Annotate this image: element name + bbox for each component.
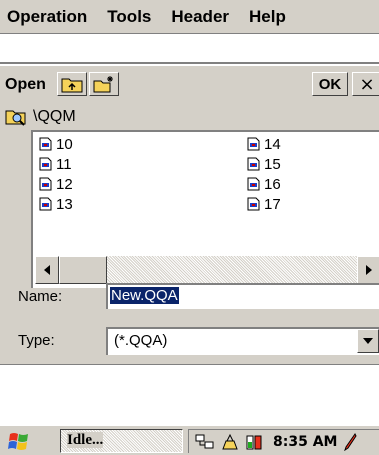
dialog-title: Open — [5, 76, 46, 93]
file-icon — [39, 177, 52, 191]
path-text: \QQM — [33, 108, 76, 125]
file-icon — [39, 197, 52, 211]
current-path: \QQM — [5, 106, 76, 128]
blank-strip — [0, 34, 379, 64]
pen-icon[interactable] — [343, 432, 358, 451]
arrow-right-icon — [366, 265, 372, 275]
file-item[interactable]: 13 — [39, 194, 73, 214]
name-label: Name: — [18, 288, 63, 305]
menu-tools[interactable]: Tools — [97, 0, 161, 34]
name-value: New.QQA — [110, 287, 179, 304]
menu-operation[interactable]: Operation — [0, 0, 97, 34]
scroll-thumb[interactable] — [59, 256, 107, 284]
system-tray: 8:35 AM — [188, 429, 379, 453]
folder-search-icon — [5, 110, 26, 126]
file-item[interactable]: 14 — [247, 134, 281, 154]
menu-header[interactable]: Header — [161, 0, 239, 34]
file-icon — [247, 177, 260, 191]
dialog-toolbar: Open OK × — [0, 66, 379, 104]
file-icon — [247, 137, 260, 151]
ok-button[interactable]: OK — [312, 72, 348, 96]
menu-help[interactable]: Help — [239, 0, 296, 34]
arrow-left-icon — [44, 265, 50, 275]
network-icon[interactable] — [195, 433, 215, 451]
battery-icon[interactable] — [245, 433, 263, 451]
open-dialog: Open OK × \QQM 10 11 12 13 14 15 16 17 N… — [0, 66, 379, 364]
type-dropdown[interactable]: (*.QQA) — [106, 327, 379, 355]
name-input[interactable]: New.QQA — [106, 283, 379, 309]
type-value: (*.QQA) — [114, 332, 168, 349]
horizontal-scrollbar[interactable] — [35, 256, 379, 284]
divider — [0, 364, 379, 365]
type-label: Type: — [18, 332, 55, 349]
file-icon — [39, 137, 52, 151]
file-item[interactable]: 12 — [39, 174, 73, 194]
file-item[interactable]: 10 — [39, 134, 73, 154]
dropdown-button[interactable] — [357, 329, 379, 353]
scroll-left-button[interactable] — [35, 256, 59, 284]
new-folder-button[interactable] — [89, 72, 119, 96]
menu-bar: Operation Tools Header Help — [0, 0, 379, 34]
clock[interactable]: 8:35 AM — [273, 434, 337, 450]
file-item[interactable]: 17 — [247, 194, 281, 214]
file-icon — [39, 157, 52, 171]
up-folder-icon — [61, 78, 83, 93]
new-folder-icon — [93, 76, 113, 93]
taskbar: Idle... 8:35 AM — [0, 424, 379, 455]
file-item[interactable]: 11 — [39, 154, 72, 174]
start-windows-icon[interactable] — [6, 430, 32, 454]
file-icon — [247, 157, 260, 171]
scroll-right-button[interactable] — [357, 256, 379, 284]
file-item[interactable]: 16 — [247, 174, 281, 194]
task-idle-button[interactable]: Idle... — [60, 429, 183, 453]
close-button[interactable]: × — [352, 72, 379, 96]
up-folder-button[interactable] — [57, 72, 87, 96]
file-list[interactable]: 10 11 12 13 14 15 16 17 — [31, 130, 379, 288]
task-idle-label: Idle... — [67, 432, 104, 448]
file-item[interactable]: 15 — [247, 154, 281, 174]
connection-icon[interactable] — [221, 433, 239, 451]
file-icon — [247, 197, 260, 211]
chevron-down-icon — [363, 337, 373, 344]
